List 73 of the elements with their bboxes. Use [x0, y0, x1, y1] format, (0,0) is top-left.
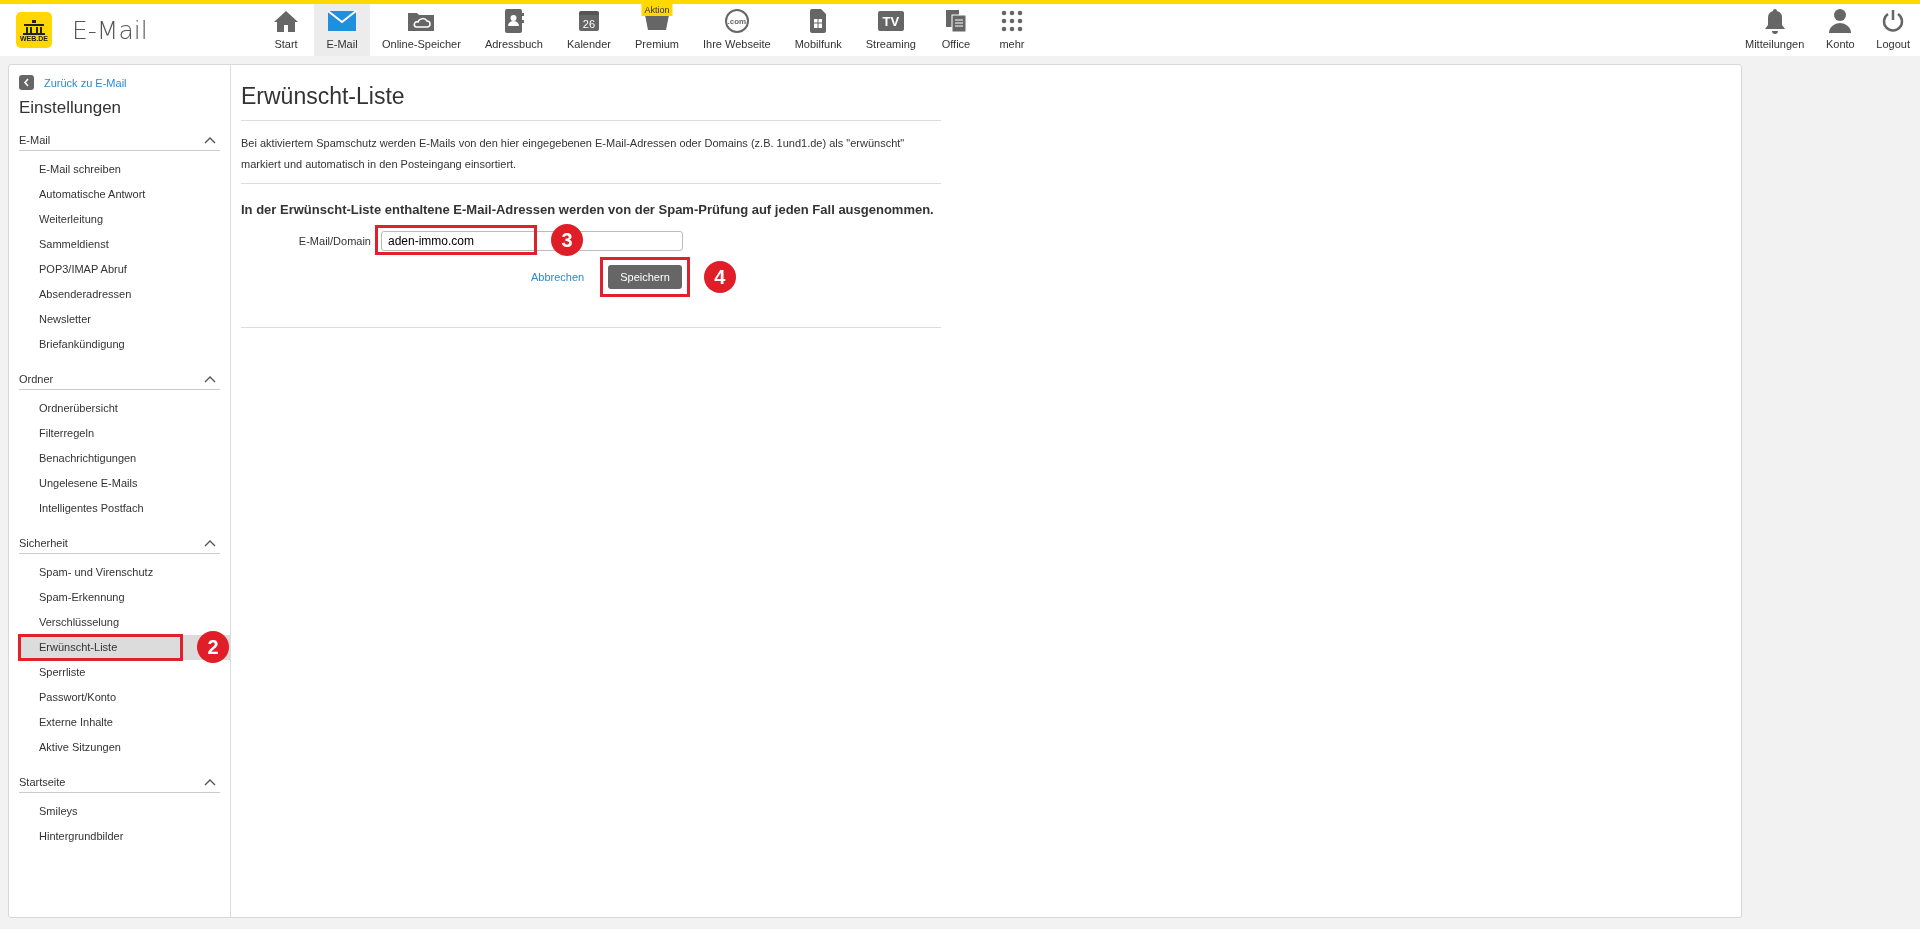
- nav-tab[interactable]: E-Mail: [314, 4, 370, 56]
- cancel-link[interactable]: Abbrechen: [531, 271, 585, 283]
- field-label: E-Mail/Domain: [297, 235, 372, 247]
- back-link[interactable]: Zurück zu E-Mail: [44, 76, 127, 89]
- section-header[interactable]: Startseite: [19, 774, 220, 793]
- description: Bei aktiviertem Spamschutz werden E-Mails von den hier eingegebenen E-Mail-Adressen oder Domains (z.B. 1und1.de) als "erwünscht" markiert und automatisch in den Posteingang einsortiert.: [241, 133, 941, 184]
- gate-icon: [21, 18, 47, 35]
- nav-tab[interactable]: Adressbuch: [472, 4, 555, 56]
- sidebar-item[interactable]: Externe Inhalte: [19, 710, 113, 735]
- apps-grid-icon: [1000, 10, 1023, 32]
- section-header[interactable]: Sicherheit: [19, 535, 220, 554]
- sidebar-item[interactable]: Benachrichtigungen: [19, 446, 137, 471]
- app-title: E-Mail: [72, 15, 148, 45]
- documents-icon: [944, 9, 967, 33]
- house-icon: [273, 9, 299, 33]
- sidebar-item[interactable]: Ordnerübersicht: [19, 396, 118, 421]
- header-action[interactable]: Logout: [1866, 4, 1920, 56]
- notice-text: In der Erwünscht-Liste enthaltene E-Mail-Adressen werden von der Spam-Prüfung auf jeden Fall ausgenommen.: [241, 202, 935, 217]
- cloud-folder-icon: [407, 10, 436, 32]
- header-action[interactable]: Konto: [1814, 4, 1867, 56]
- sidebar-item[interactable]: Verschlüsselung: [19, 610, 120, 635]
- sidebar-title: Einstellungen: [19, 98, 123, 118]
- person-icon: [1828, 8, 1853, 34]
- sidebar-item[interactable]: Spam- und Virenschutz: [19, 560, 154, 585]
- back-chevron-icon[interactable]: [19, 75, 34, 90]
- chevron-icon: [204, 375, 216, 383]
- sim-card-icon: [809, 8, 828, 34]
- sidebar-item[interactable]: Smileys: [19, 799, 78, 824]
- sidebar-item[interactable]: Ungelesene E-Mails: [19, 471, 138, 496]
- tv-icon: TV: [877, 11, 904, 31]
- calendar-icon: 26: [579, 11, 599, 31]
- sidebar-item[interactable]: E-Mail schreiben: [19, 157, 121, 182]
- chevron-icon: [204, 778, 216, 786]
- sidebar-item[interactable]: Automatische Antwort: [19, 182, 146, 207]
- globe-icon: .com: [724, 9, 749, 33]
- bell-icon: [1762, 8, 1787, 34]
- power-icon: [1881, 9, 1906, 33]
- envelope-icon: [327, 10, 357, 32]
- chevron-icon: [204, 539, 216, 547]
- sidebar-item[interactable]: Aktive Sitzungen: [19, 735, 121, 760]
- sidebar-item[interactable]: Hintergrundbilder: [19, 824, 124, 849]
- nav-tab[interactable]: Online-Speicher: [370, 4, 473, 56]
- sidebar-item[interactable]: Intelligentes Postfach: [19, 496, 144, 521]
- save-button[interactable]: Speichern: [608, 265, 682, 289]
- sidebar-item[interactable]: Passwort/Konto: [19, 685, 117, 710]
- nav-tab[interactable]: Start: [258, 4, 314, 56]
- sidebar-item[interactable]: POP3/IMAP Abruf: [19, 257, 127, 282]
- sidebar-item[interactable]: Spam-Erkennung: [19, 585, 125, 610]
- sidebar-item[interactable]: Newsletter: [19, 307, 91, 332]
- nav-tab[interactable]: Aktion Premium: [623, 4, 692, 56]
- sidebar-item[interactable]: Sammeldienst: [19, 232, 109, 257]
- nav-tab[interactable]: .com Ihre Webseite: [691, 4, 783, 56]
- nav-tab[interactable]: Mobilfunk: [782, 4, 854, 56]
- sidebar-item[interactable]: Briefankündigung: [19, 332, 125, 357]
- sidebar-item[interactable]: Absenderadressen: [19, 282, 132, 307]
- step-number-badge: 4: [703, 261, 736, 293]
- nav-tab[interactable]: 26 Kalender: [554, 4, 623, 56]
- chevron-icon: [204, 136, 216, 144]
- nav-tab[interactable]: TV Streaming: [853, 4, 928, 56]
- sidebar-item[interactable]: Filterregeln: [19, 421, 95, 446]
- sidebar-item[interactable]: Weiterleitung: [19, 207, 103, 232]
- section-header[interactable]: E-Mail: [19, 132, 220, 151]
- sidebar-item[interactable]: Erwünscht-Liste: [19, 635, 182, 660]
- sidebar-item[interactable]: Sperrliste: [19, 660, 86, 685]
- section-header[interactable]: Ordner: [19, 371, 220, 390]
- header-action[interactable]: Mitteilungen: [1735, 4, 1815, 56]
- page-title: Erwünscht-Liste: [241, 83, 941, 121]
- promo-badge: Aktion: [641, 4, 673, 16]
- nav-tab[interactable]: mehr: [983, 4, 1040, 56]
- nav-tab[interactable]: Office: [927, 4, 984, 56]
- step-number-badge: 2: [197, 631, 229, 663]
- address-book-icon: [502, 8, 525, 34]
- step-number-badge: 3: [551, 224, 583, 256]
